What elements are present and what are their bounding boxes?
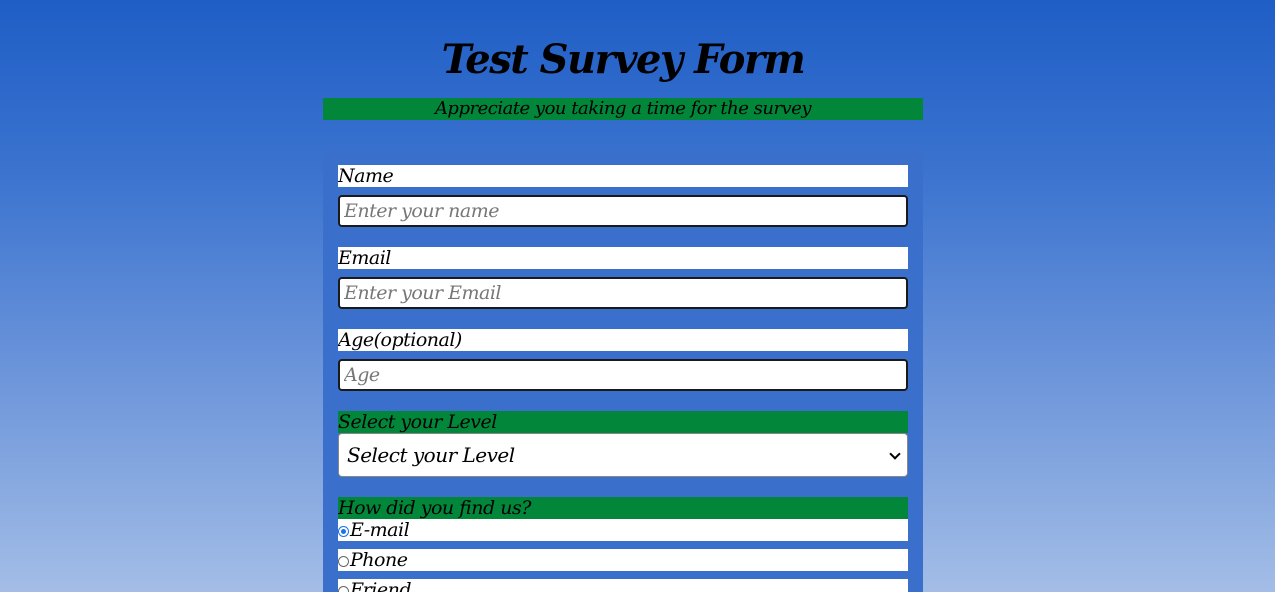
radio-label-friend: Friend — [350, 579, 412, 592]
radio-phone[interactable] — [338, 556, 349, 567]
radio-friend[interactable] — [338, 586, 349, 592]
found-us-label: How did you find us? — [338, 497, 908, 519]
age-label: Age(optional) — [338, 329, 908, 351]
radio-label-phone: Phone — [350, 549, 408, 571]
email-label: Email — [338, 247, 908, 269]
radio-email[interactable] — [338, 526, 349, 537]
chevron-down-icon — [889, 448, 901, 460]
radio-option-phone[interactable]: Phone — [338, 549, 908, 571]
page-description: Appreciate you taking a time for the sur… — [323, 98, 923, 120]
name-input[interactable] — [338, 195, 908, 227]
level-select[interactable]: Select your Level — [338, 433, 908, 477]
survey-form: Name Email Age(optional) Select your Lev… — [323, 150, 923, 592]
level-select-value: Select your Level — [347, 443, 515, 467]
radio-option-friend[interactable]: Friend — [338, 579, 908, 592]
level-label: Select your Level — [338, 411, 908, 433]
radio-label-email: E-mail — [350, 519, 410, 541]
page-title: Test Survey Form — [441, 36, 806, 83]
radio-option-email[interactable]: E-mail — [338, 519, 908, 541]
email-input[interactable] — [338, 277, 908, 309]
age-input[interactable] — [338, 359, 908, 391]
name-label: Name — [338, 165, 908, 187]
